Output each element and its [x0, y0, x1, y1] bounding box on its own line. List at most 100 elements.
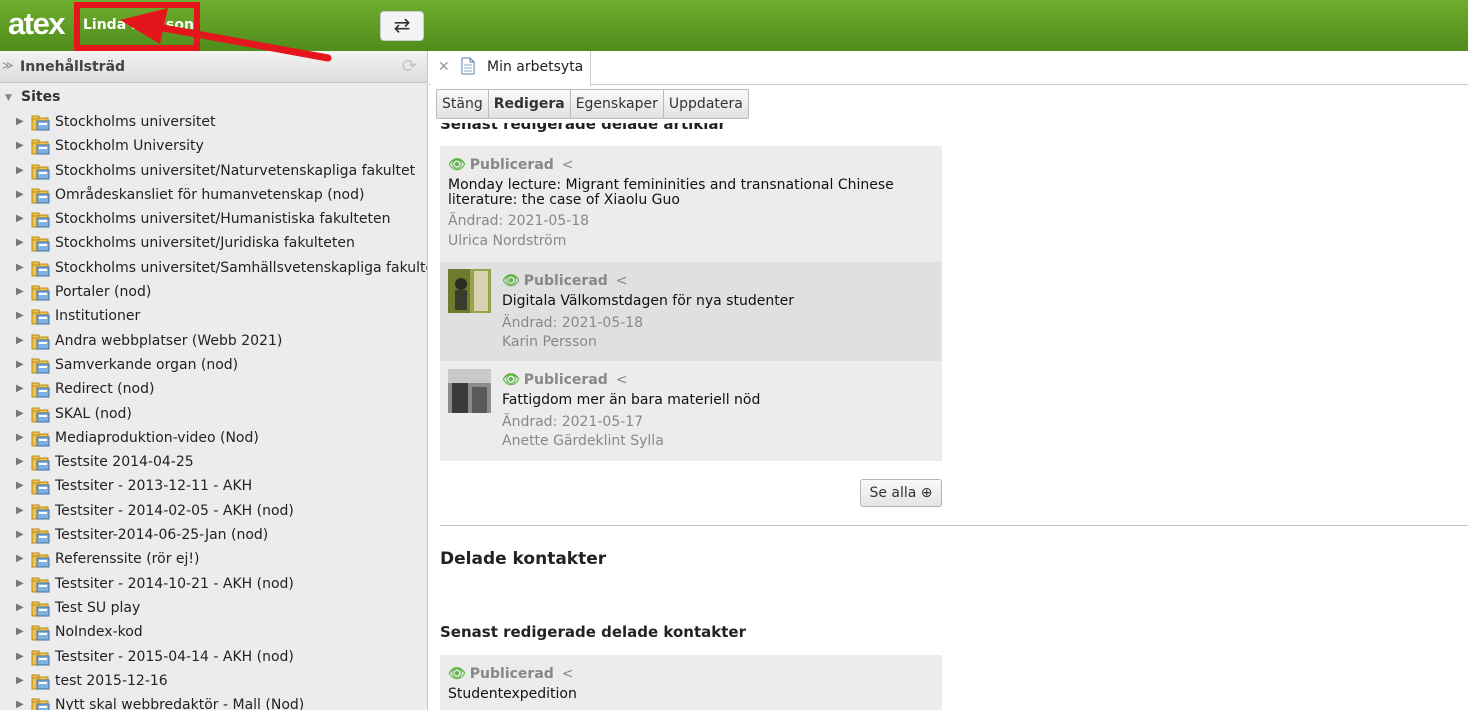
- tree-item[interactable]: ▶ Stockholms universitet: [0, 111, 427, 135]
- tree-item[interactable]: ▶ Testsiter - 2014-10-21 - AKH (nod): [0, 573, 427, 597]
- share-icon[interactable]: <: [616, 372, 628, 388]
- expand-arrow-icon[interactable]: ▶: [16, 237, 24, 248]
- expand-arrow-icon[interactable]: ▶: [16, 310, 24, 321]
- expand-arrow-icon[interactable]: ▶: [16, 408, 24, 419]
- tree-item[interactable]: ▶ Andra webbplatser (Webb 2021): [0, 330, 427, 354]
- expand-arrow-icon[interactable]: ▶: [16, 335, 24, 346]
- tree-item-label: Stockholm University: [55, 138, 204, 155]
- collapse-icon[interactable]: ≫: [2, 59, 14, 72]
- site-folder-icon: [31, 503, 51, 520]
- tree-item[interactable]: ▶ Referenssite (rör ej!): [0, 548, 427, 572]
- tree-item[interactable]: ▶ Stockholms universitet/Samhällsvetenska…: [0, 257, 427, 281]
- tree-item-label: Stockholms universitet/Humanistiska faku…: [55, 211, 391, 228]
- close-tab-icon[interactable]: ✕: [438, 59, 450, 75]
- tree-item[interactable]: ▶ Testsiter - 2015-04-14 - AKH (nod): [0, 646, 427, 670]
- expand-arrow-icon[interactable]: ▶: [16, 699, 24, 710]
- article-title[interactable]: Digitala Välkomstdagen för nya studenter: [502, 294, 982, 309]
- expand-arrow-icon[interactable]: ▶: [16, 456, 24, 467]
- tree-item-label: Stockholms universitet: [55, 114, 216, 130]
- share-icon[interactable]: <: [616, 273, 628, 289]
- share-icon[interactable]: <: [562, 666, 574, 682]
- see-all-button[interactable]: Se alla ⊕: [860, 479, 942, 507]
- share-icon[interactable]: <: [562, 157, 574, 173]
- expand-arrow-icon[interactable]: ▶: [16, 602, 24, 613]
- content-tree-header: ≫ Innehållsträd ⟳: [0, 51, 427, 83]
- expand-arrow-icon[interactable]: ▶: [16, 383, 24, 394]
- properties-button[interactable]: Egenskaper: [571, 90, 664, 118]
- tree-item[interactable]: ▶ Områdeskansliet för humanvetenskap (nod…: [0, 184, 427, 208]
- document-icon: [461, 57, 475, 75]
- tree-item[interactable]: ▶ test 2015-12-16: [0, 670, 427, 694]
- expand-arrow-icon[interactable]: ▶: [16, 189, 24, 200]
- expand-arrow-icon[interactable]: ▶: [16, 165, 24, 176]
- site-folder-icon: [31, 284, 51, 301]
- tree-item-label: Test SU play: [55, 599, 141, 616]
- article-card[interactable]: 👁 Publicerad < Monday lecture: Migrant fem…: [440, 146, 942, 262]
- expand-arrow-icon[interactable]: ▶: [16, 432, 24, 443]
- atex-logo[interactable]: atex: [8, 5, 66, 43]
- tree-item[interactable]: ▶ Stockholms universitet/Naturvetenskapli…: [0, 160, 427, 184]
- article-date: Ändrad: 2021-05-17: [502, 414, 644, 430]
- tree-item-label: SKAL (nod): [55, 405, 132, 422]
- tree-root-sites[interactable]: ▼ Sites: [0, 83, 427, 111]
- article-author: Ulrica Nordström: [448, 233, 567, 249]
- close-button[interactable]: Stäng: [437, 90, 489, 118]
- tree-item[interactable]: ▶ Institutioner: [0, 305, 427, 329]
- tree-item[interactable]: ▶ SKAL (nod): [0, 403, 427, 427]
- contact-card[interactable]: 👁 Publicerad < Studentexpedition: [440, 655, 942, 710]
- tree-item[interactable]: ▶ Stockholms universitet/Juridiska fakult…: [0, 232, 427, 256]
- expand-arrow-icon[interactable]: ▶: [16, 140, 24, 151]
- switch-icon[interactable]: ⇄: [380, 11, 424, 41]
- article-date: Ändrad: 2021-05-18: [448, 213, 590, 229]
- expand-arrow-icon[interactable]: ▶: [16, 116, 24, 127]
- expand-arrow-icon[interactable]: ▶: [16, 675, 24, 686]
- tree-item[interactable]: ▶ Testsiter - 2014-02-05 - AKH (nod): [0, 500, 427, 524]
- tree-item[interactable]: ▶ Testsite 2014-04-25: [0, 451, 427, 475]
- tree-item[interactable]: ▶ Stockholms universitet/Humanistiska fak…: [0, 208, 427, 232]
- tree-item[interactable]: ▶ Testsiter - 2013-12-11 - AKH: [0, 475, 427, 499]
- expand-arrow-icon[interactable]: ▶: [16, 262, 24, 273]
- tab-min-arbetsyta[interactable]: ✕ Min arbetsyta: [431, 51, 591, 86]
- status-badge: 👁 Publicerad <: [448, 666, 574, 682]
- tree-item[interactable]: ▶ Mediaproduktion-video (Nod): [0, 427, 427, 451]
- tree-item[interactable]: ▶ Portaler (nod): [0, 281, 427, 305]
- site-folder-icon: [31, 600, 51, 617]
- contact-title[interactable]: Studentexpedition: [448, 687, 928, 702]
- expand-arrow-icon[interactable]: ▶: [16, 480, 24, 491]
- expand-arrow-icon[interactable]: ▶: [16, 626, 24, 637]
- expand-arrow-icon[interactable]: ▶: [16, 651, 24, 662]
- site-folder-icon: [31, 576, 51, 593]
- article-title[interactable]: Fattigdom mer än bara materiell nöd: [502, 393, 982, 408]
- site-folder-icon: [31, 260, 51, 277]
- status-label: Publicerad: [523, 372, 608, 388]
- tree-item-label: Testsiter - 2013-12-11 - AKH: [55, 478, 253, 495]
- tree-item[interactable]: ▶ Samverkande organ (nod): [0, 354, 427, 378]
- article-card[interactable]: 👁 Publicerad < Fattigdom mer än bara mater…: [440, 361, 942, 461]
- tree-item-label: Andra webbplatser (Webb 2021): [55, 332, 283, 349]
- article-title[interactable]: Monday lecture: Migrant femininities and…: [448, 178, 928, 208]
- expand-arrow-icon[interactable]: ▶: [16, 213, 24, 224]
- expand-arrow-icon[interactable]: ▶: [16, 529, 24, 540]
- expand-arrow-icon[interactable]: ▶: [16, 578, 24, 589]
- tree-item[interactable]: ▶ Nytt skal webbredaktör - Mall (Nod): [0, 694, 427, 710]
- article-author: Anette Gärdeklint Sylla: [502, 433, 664, 449]
- tree-item[interactable]: ▶ Stockholm University: [0, 135, 427, 159]
- tree-item[interactable]: ▶ Test SU play: [0, 597, 427, 621]
- refresh-icon[interactable]: ⟳: [402, 56, 417, 77]
- expand-arrow-icon[interactable]: ▶: [16, 286, 24, 297]
- expand-arrow-icon[interactable]: ▶: [16, 505, 24, 516]
- tree-item[interactable]: ▶ NoIndex-kod: [0, 621, 427, 645]
- tree-item-label: Testsiter - 2014-10-21 - AKH (nod): [55, 575, 294, 592]
- tree-item[interactable]: ▶ Testsiter-2014-06-25-Jan (nod): [0, 524, 427, 548]
- tree-item[interactable]: ▶ Redirect (nod): [0, 378, 427, 402]
- site-folder-icon: [31, 430, 51, 447]
- expand-arrow-icon[interactable]: ▶: [16, 359, 24, 370]
- edit-button[interactable]: Redigera: [489, 90, 571, 118]
- expand-arrow-icon[interactable]: ▶: [16, 553, 24, 564]
- tree-item-label: Stockholms universitet/Naturvetenskaplig…: [55, 162, 416, 179]
- article-card[interactable]: 👁 Publicerad < Digitala Välkomstdagen för …: [440, 262, 942, 361]
- expanded-triangle-icon[interactable]: ▼: [5, 93, 12, 103]
- refresh-button[interactable]: Uppdatera: [664, 90, 748, 118]
- eye-icon: 👁: [448, 666, 466, 682]
- site-tree-list: ▶ Stockholms universitet ▶ Stockholm Univer…: [0, 111, 427, 710]
